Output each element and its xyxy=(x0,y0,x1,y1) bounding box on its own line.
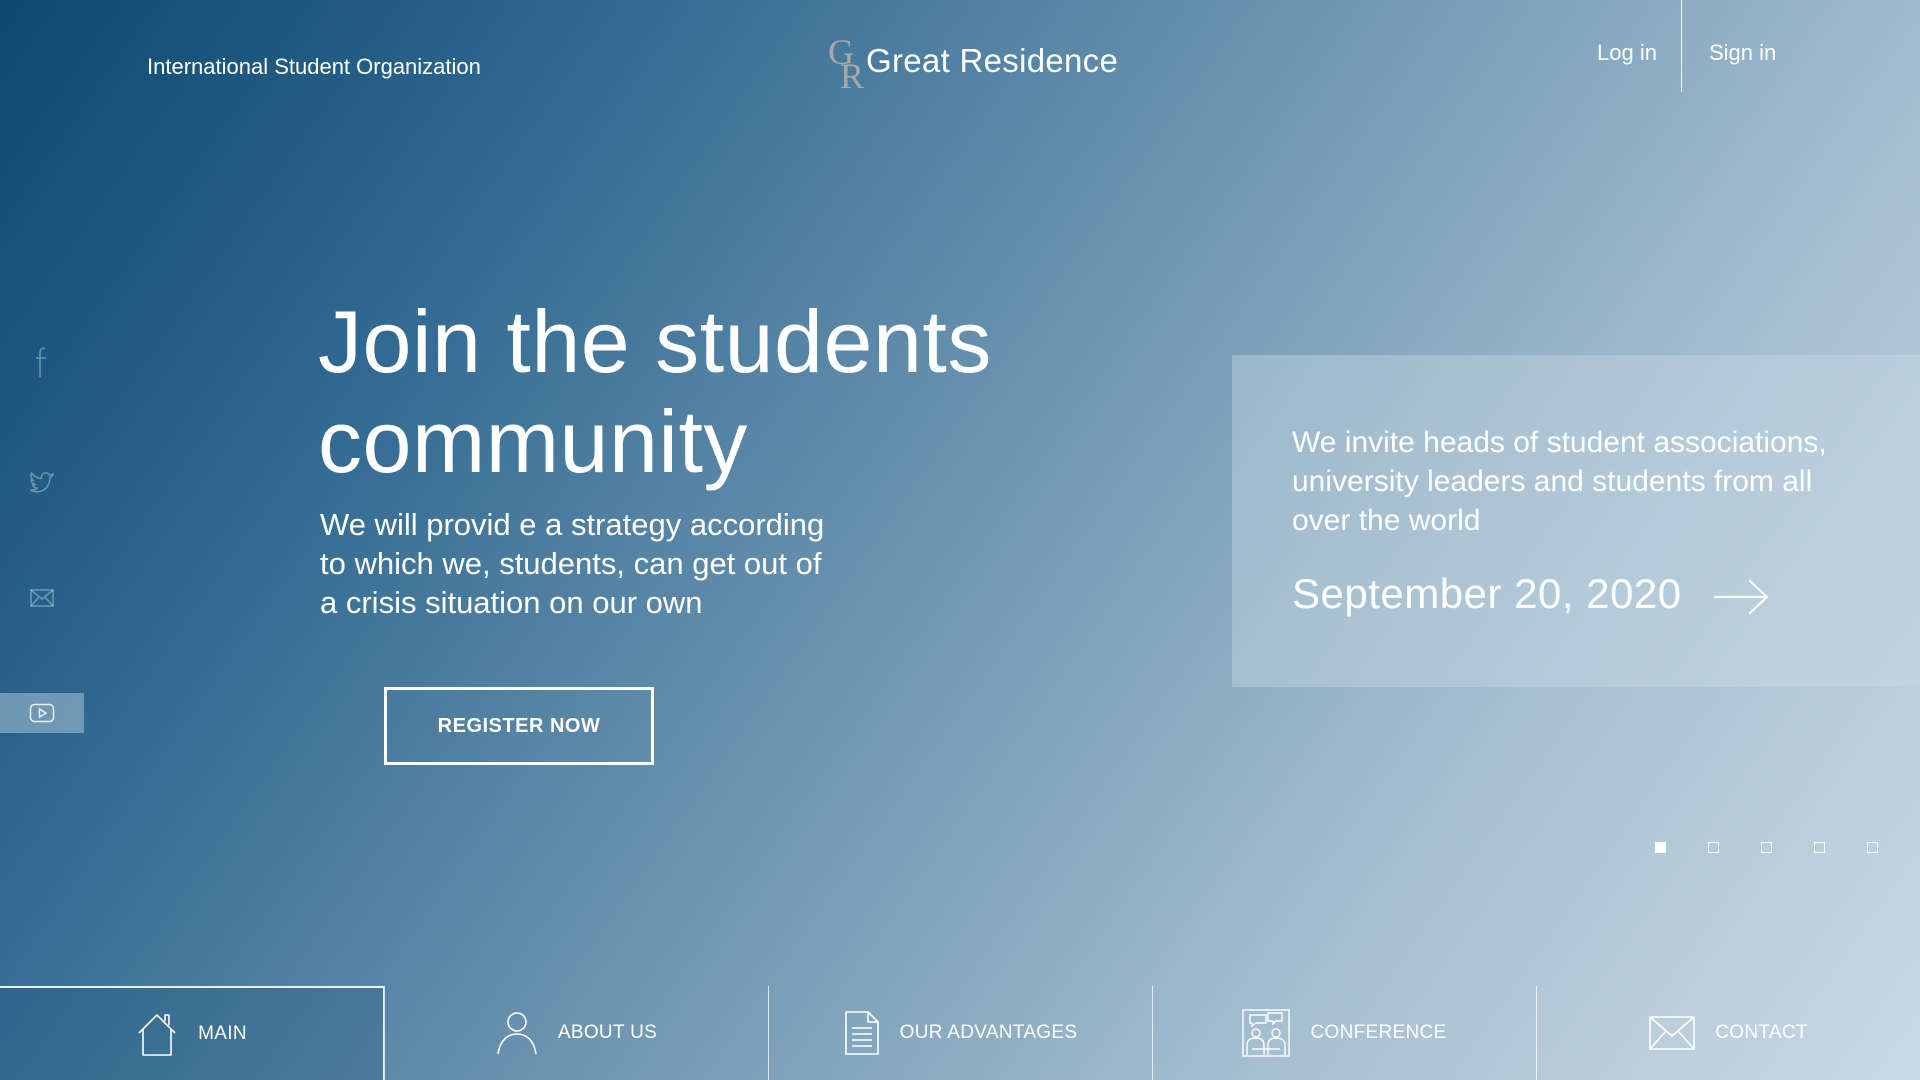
nav-label-main: MAIN xyxy=(198,1023,247,1044)
auth-divider xyxy=(1681,0,1682,92)
hero-title-line-2: community xyxy=(318,392,748,491)
user-icon xyxy=(496,1010,538,1056)
nav-label-contact: CONTACT xyxy=(1715,1022,1808,1043)
hero-title: Join the students community xyxy=(318,292,992,492)
nav-item-about-us[interactable]: ABOUT US xyxy=(384,986,768,1080)
document-icon xyxy=(844,1010,880,1056)
hero-title-line-1: Join the students xyxy=(318,292,992,391)
site-logo[interactable]: G R Great Residence xyxy=(828,34,1118,94)
conference-icon xyxy=(1242,1009,1291,1057)
facebook-link[interactable] xyxy=(0,342,84,382)
twitter-link[interactable] xyxy=(0,462,84,502)
slider-dot-2[interactable] xyxy=(1708,842,1719,853)
mail-link[interactable] xyxy=(0,578,84,618)
conference-invite-card: We invite heads of student associations,… xyxy=(1232,355,1920,687)
arrow-right-icon xyxy=(1712,579,1772,620)
youtube-icon xyxy=(29,703,55,723)
nav-item-conference[interactable]: CONFERENCE xyxy=(1152,986,1536,1080)
slider-dot-4[interactable] xyxy=(1814,842,1825,853)
nav-label-our-advantages: OUR ADVANTAGES xyxy=(899,1022,1078,1043)
nav-item-main[interactable]: MAIN xyxy=(0,986,384,1080)
envelope-icon xyxy=(1649,1016,1696,1050)
logo-text: Great Residence xyxy=(866,42,1119,79)
hero-subtitle: We will provid e a strategy according to… xyxy=(320,507,825,620)
slider-dot-1[interactable] xyxy=(1655,842,1666,853)
slider-dot-5[interactable] xyxy=(1867,842,1878,853)
invite-text: We invite heads of student associations,… xyxy=(1292,426,1827,537)
nav-label-conference: CONFERENCE xyxy=(1310,1022,1447,1043)
nav-item-our-advantages[interactable]: OUR ADVANTAGES xyxy=(768,986,1152,1080)
nav-item-contact[interactable]: CONTACT xyxy=(1536,986,1920,1080)
facebook-icon xyxy=(33,344,51,380)
register-now-button[interactable]: REGISTER NOW xyxy=(384,687,654,765)
logo-monogram-icon: G R xyxy=(828,32,865,96)
login-link[interactable]: Log in xyxy=(1597,40,1657,66)
twitter-icon xyxy=(29,471,55,493)
slider-dot-3[interactable] xyxy=(1761,842,1772,853)
next-arrow-button[interactable] xyxy=(1712,577,1772,617)
home-icon xyxy=(136,1011,178,1057)
nav-label-about-us: ABOUT US xyxy=(557,1022,658,1043)
mail-icon xyxy=(30,589,54,607)
bottom-navigation: MAIN ABOUT US OUR ADVANTAGES CONFERENCE … xyxy=(0,986,1920,1080)
youtube-link[interactable] xyxy=(0,693,84,733)
event-date: September 20, 2020 xyxy=(1292,570,1682,617)
organization-name: International Student Organization xyxy=(147,54,481,79)
signin-link[interactable]: Sign in xyxy=(1709,40,1776,66)
